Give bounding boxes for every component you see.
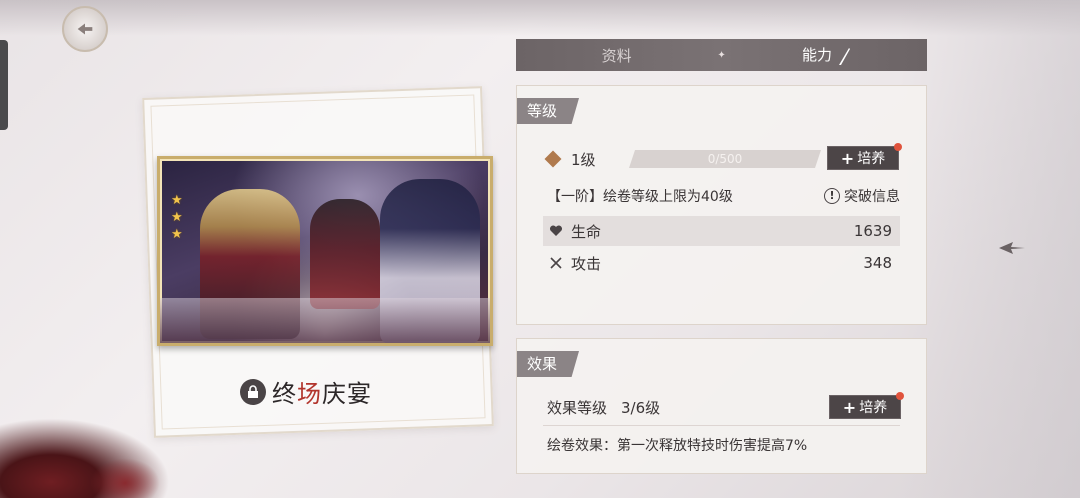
tab-separator-icon: ✦ (717, 49, 726, 61)
plus-icon: + (840, 148, 855, 168)
plus-icon: + (842, 397, 857, 417)
level-panel: 等级 1级 0/500 + 培养 【一阶】绘卷等级上限为40级 ! 突破信息 生… (516, 85, 927, 325)
side-handle (0, 40, 8, 130)
effect-level-label: 效果等级 (547, 399, 608, 417)
exp-bar: 0/500 (629, 150, 821, 168)
stat-label: 攻击 (571, 254, 602, 273)
notification-dot (894, 143, 902, 151)
stat-label: 生命 (571, 222, 602, 241)
card-title-row: 终场庆宴 (240, 374, 372, 409)
right-shade (900, 0, 1080, 498)
effect-section-tag: 效果 (517, 351, 580, 377)
quill-icon (838, 47, 850, 65)
figure-center (310, 199, 380, 309)
info-icon: ! (824, 188, 840, 204)
stat-row-atk: 攻击 348 (543, 248, 900, 278)
crossed-swords-icon (550, 257, 562, 269)
level-train-button[interactable]: + 培养 (827, 143, 902, 170)
break-info-label: 突破信息 (844, 189, 900, 205)
lock-icon[interactable] (240, 378, 266, 405)
stage-row: 【一阶】绘卷等级上限为40级 ! 突破信息 (547, 186, 900, 206)
next-card-button[interactable] (996, 234, 1028, 262)
back-arrow-icon (77, 23, 93, 35)
exp-text: 0/500 (707, 152, 743, 166)
stat-value: 1639 (853, 222, 892, 240)
effect-panel: 效果 效果等级 3/6级 + 培养 绘卷效果：第一次释放特技时伤害提高7% (516, 338, 927, 474)
stat-value: 348 (863, 254, 892, 272)
heart-icon (549, 225, 563, 236)
level-value: 1级 (571, 150, 596, 169)
effect-level-value: 3/6级 (621, 399, 661, 417)
star-icon: ★ (171, 227, 183, 242)
card-illustration[interactable] (157, 156, 493, 346)
train-label: 培养 (857, 151, 886, 167)
notification-dot (896, 392, 904, 400)
effect-description: 绘卷效果：第一次释放特技时伤害提高7% (547, 438, 808, 454)
tab-ability[interactable]: 能力 (726, 44, 927, 66)
star-rating: ★ ★ ★ (171, 194, 183, 241)
back-button[interactable] (62, 6, 108, 52)
tab-profile[interactable]: 资料 (516, 45, 717, 66)
next-arrow-icon (999, 242, 1025, 254)
break-info-button[interactable]: ! 突破信息 (824, 186, 900, 206)
stage-text: 【一阶】绘卷等级上限为40级 (547, 189, 733, 205)
divider (543, 425, 900, 426)
level-section-tag: 等级 (517, 98, 580, 124)
rose-decoration-2 (90, 458, 160, 498)
train-label: 培养 (859, 400, 888, 416)
tab-bar: 资料 ✦ 能力 (516, 39, 927, 71)
banquet-table (160, 298, 490, 343)
star-icon: ★ (171, 193, 183, 208)
stat-row-hp: 生命 1639 (543, 216, 900, 246)
diamond-icon (544, 150, 562, 168)
effect-train-button[interactable]: + 培养 (829, 392, 904, 419)
star-icon: ★ (171, 210, 183, 225)
card-title: 终场庆宴 (272, 380, 372, 408)
